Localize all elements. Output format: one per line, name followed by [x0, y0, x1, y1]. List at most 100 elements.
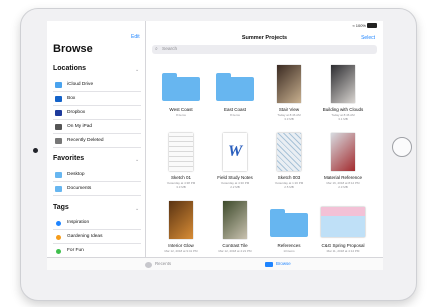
file-meta: 13 items	[283, 249, 295, 253]
cloud-icon	[55, 82, 62, 88]
sidebar-item-label: iCloud Drive	[67, 82, 94, 87]
clock-icon[interactable]	[145, 262, 152, 268]
sidebar-item-location[interactable]: iCloud Drive	[53, 79, 141, 92]
file-thumbnail	[210, 63, 260, 105]
folder-icon[interactable]	[265, 262, 273, 267]
tab-recents[interactable]: Recents	[155, 261, 171, 266]
file-name: East Coast	[223, 107, 246, 112]
file-name: References	[277, 243, 301, 248]
box-icon	[55, 96, 62, 102]
file-name: Material Reference	[323, 175, 363, 180]
search-icon: ⌕	[155, 46, 158, 52]
edit-button[interactable]: Edit	[131, 34, 140, 40]
sidebar-item-tag[interactable]: Gardening Ideas	[53, 231, 141, 244]
select-button[interactable]: Select	[361, 35, 375, 41]
dropbox-icon	[55, 110, 62, 116]
file-thumbnail	[156, 199, 206, 241]
sketch-thumbnail	[277, 133, 301, 171]
sidebar-item-label: Gardening Ideas	[67, 234, 103, 239]
locations-header[interactable]: Locations	[53, 65, 86, 72]
sidebar-item-tag[interactable]: Inspiration	[53, 217, 141, 230]
sidebar-item-label: Recently Deleted	[67, 138, 104, 143]
front-camera	[33, 148, 38, 153]
sidebar-item-label: Inspiration	[67, 220, 90, 225]
file-meta: 8 items	[230, 113, 240, 117]
presentation-thumbnail	[321, 207, 365, 237]
file-meta: Mar 12, 2018 at 4:21 PM	[218, 249, 252, 253]
sidebar-item-location[interactable]: Dropbox	[53, 107, 141, 120]
file-name: Sketch 003	[277, 175, 301, 180]
photo-thumbnail	[223, 201, 247, 239]
tags-header[interactable]: Tags	[53, 204, 69, 211]
folder-icon	[55, 186, 62, 192]
sidebar-item-label: Box	[67, 96, 76, 101]
sidebar-item-label: Documents	[67, 186, 92, 191]
photo-thumbnail	[169, 201, 193, 239]
chevron-down-icon[interactable]: ⌄	[135, 157, 139, 163]
file-thumbnail	[264, 63, 314, 105]
search-input[interactable]: ⌕ Search	[152, 45, 377, 54]
tag-dot-icon	[56, 248, 61, 254]
file-meta: Mar 12, 2018 at 9:41 PM	[164, 249, 198, 253]
sidebar-item-label: For Fun	[67, 248, 84, 253]
file-thumbnail	[318, 131, 368, 173]
chevron-down-icon[interactable]: ⌄	[135, 67, 139, 73]
file-size: 3.3 MB	[284, 117, 294, 121]
file-meta: 8 items	[176, 113, 186, 117]
file-name: C&G Spring Proposal	[321, 243, 365, 248]
tab-browse[interactable]: Browse	[276, 261, 291, 266]
chevron-down-icon[interactable]: ⌄	[135, 206, 139, 212]
tag-dot-icon	[56, 234, 61, 240]
photo-thumbnail	[277, 65, 301, 103]
sidebar-item-label: Dropbox	[67, 110, 86, 115]
file-name: Sketch 01	[170, 175, 191, 180]
photo-thumbnail	[331, 133, 355, 171]
word-doc-icon: W	[223, 133, 247, 171]
file-thumbnail	[318, 199, 368, 241]
file-thumbnail	[156, 131, 206, 173]
folder-icon	[55, 172, 62, 178]
file-thumbnail	[210, 199, 260, 241]
ipad-icon	[55, 124, 62, 130]
file-size: 3.1 MB	[338, 117, 348, 121]
home-button[interactable]	[392, 137, 412, 157]
folder-icon	[216, 73, 254, 101]
file-name: Interior Glow	[168, 243, 194, 248]
sidebar-item-favorite[interactable]: Documents	[53, 183, 141, 196]
main-content: Summer Projects Select ⌕ Search West Coa…	[146, 21, 383, 270]
file-size: 2.5 MB	[284, 185, 294, 189]
file-thumbnail: W	[210, 131, 260, 173]
sketch-thumbnail	[169, 133, 193, 171]
sidebar-item-location[interactable]: Recently Deleted	[53, 135, 141, 148]
file-thumbnail	[156, 63, 206, 105]
sidebar-item-location[interactable]: On My iPad	[53, 121, 141, 134]
photo-thumbnail	[331, 65, 355, 103]
file-size: 2.2 MB	[230, 185, 240, 189]
sidebar-item-label: Desktop	[67, 172, 85, 177]
folder-icon	[270, 209, 308, 237]
file-name: West Coast	[169, 107, 193, 112]
file-name: Contrast Tile	[222, 243, 248, 248]
sidebar-item-label: On My iPad	[67, 124, 93, 129]
file-size: 2.3 MB	[338, 185, 348, 189]
file-size: 3.3 MB	[176, 185, 186, 189]
file-name: Field Study Notes	[217, 175, 253, 180]
file-thumbnail	[264, 199, 314, 241]
file-meta: Mar 11, 2018 at 4:14 PM	[326, 249, 360, 253]
sidebar-item-favorite[interactable]: Desktop	[53, 169, 141, 182]
file-name: Stair View	[278, 107, 300, 112]
file-name: Building with Clouds	[322, 107, 364, 112]
folder-title: Summer Projects	[241, 35, 288, 41]
sidebar: Edit Browse Locations ⌄ Favorites ⌄ Tags…	[47, 21, 146, 270]
folder-icon	[162, 73, 200, 101]
search-placeholder: Search	[162, 47, 178, 52]
page-title: Browse	[53, 43, 93, 55]
screen: 9:41 AM Mon Jun 18 ≈ 100% Edit Browse Lo…	[47, 21, 383, 270]
file-thumbnail	[318, 63, 368, 105]
tab-bar: Recents Browse	[47, 257, 383, 270]
file-thumbnail	[264, 131, 314, 173]
tag-dot-icon	[56, 220, 61, 226]
trash-icon	[55, 138, 62, 144]
sidebar-item-location[interactable]: Box	[53, 93, 141, 106]
favorites-header[interactable]: Favorites	[53, 155, 84, 162]
